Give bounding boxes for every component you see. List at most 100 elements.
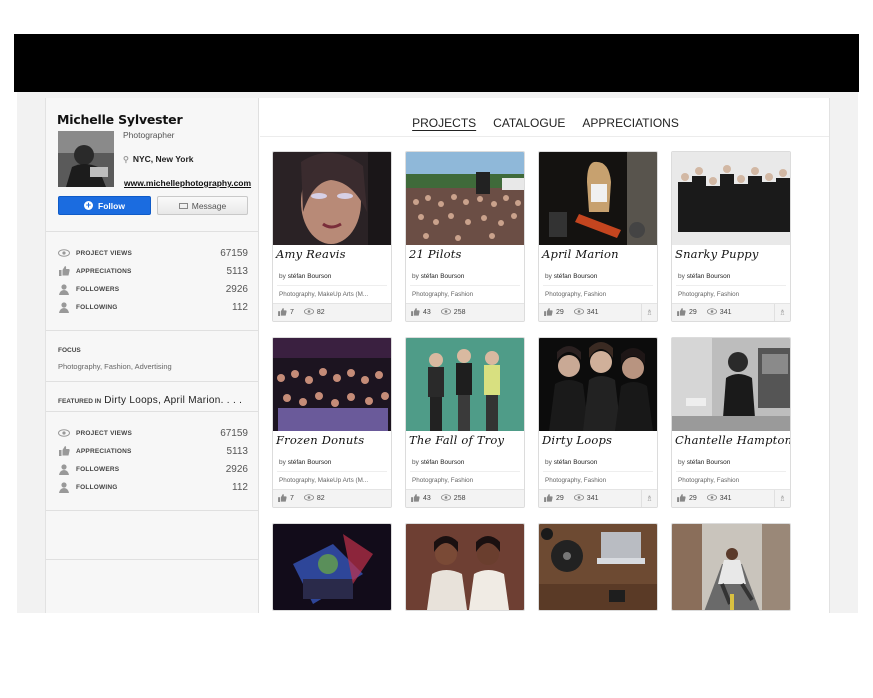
project-card[interactable]: Chantelle Hampton by stéfan Bourson Phot… [671, 337, 791, 508]
project-author: by stéfan Bourson [277, 457, 387, 472]
project-card[interactable] [671, 523, 791, 611]
project-stats: 29 341 ♗ [672, 489, 790, 507]
tab-bar: PROJECTS CATALOGUE APPRECIATIONS [260, 116, 829, 130]
project-author: by stéfan Bourson [543, 271, 653, 286]
stat-row-appreciations: APPRECIATIONS 5113 [58, 262, 248, 280]
eye-icon [303, 308, 314, 317]
stat-row-project-views: PROJECT VIEWS 67159 [58, 244, 248, 262]
project-thumbnail[interactable] [406, 152, 525, 245]
featured-in: FEATURED IN Dirty Loops, April Marion. .… [58, 395, 243, 406]
profile-location: ⚲ NYC, New York [123, 154, 193, 164]
divider [46, 231, 258, 232]
project-stats: 29 341 ♗ [539, 489, 657, 507]
user-icon [58, 301, 70, 313]
plus-icon: + [84, 200, 94, 210]
top-bar [14, 34, 859, 92]
user-icon [58, 283, 70, 295]
project-thumbnail[interactable] [672, 338, 791, 431]
project-thumbnail[interactable] [672, 524, 791, 611]
award-icon[interactable]: ♗ [774, 304, 790, 321]
thumbs-up-icon [544, 493, 553, 504]
project-thumbnail[interactable] [273, 524, 392, 611]
project-thumbnail[interactable] [273, 152, 392, 245]
eye-icon [573, 308, 584, 317]
thumbs-up-icon [278, 307, 287, 318]
project-thumbnail[interactable] [539, 524, 658, 611]
tab-catalogue[interactable]: CATALOGUE [493, 116, 565, 130]
award-icon[interactable]: ♗ [641, 304, 657, 321]
project-stats: 7 82 [273, 489, 391, 507]
divider [46, 510, 258, 511]
project-thumbnail[interactable] [672, 152, 791, 245]
project-title[interactable]: Amy Reavis [273, 245, 391, 271]
project-tags: Photography, Fashion [678, 291, 740, 298]
stat-row-followers: FOLLOWERS 2926 [58, 280, 248, 298]
tab-projects[interactable]: PROJECTS [412, 116, 476, 130]
follow-button[interactable]: + Follow [58, 196, 151, 215]
eye-icon [58, 248, 70, 258]
project-thumbnail[interactable] [273, 338, 392, 431]
profile-sidebar: Michelle Sylvester Photographer ⚲ NYC, N… [46, 98, 259, 613]
focus-value: Photography, Fashion, Advertising [58, 362, 172, 371]
stat-row-following: FOLLOWING 112 [58, 478, 248, 496]
project-author: by stéfan Bourson [277, 271, 387, 286]
project-card[interactable] [538, 523, 658, 611]
project-stats: 29 341 ♗ [539, 303, 657, 321]
project-stats: 7 82 [273, 303, 391, 321]
eye-icon [440, 308, 451, 317]
project-card[interactable]: The Fall of Troy by stéfan Bourson Photo… [405, 337, 525, 508]
project-tags: Photography, MakeUp Arts (M... [279, 477, 369, 484]
award-icon[interactable]: ♗ [774, 490, 790, 507]
featured-value[interactable]: Dirty Loops, April Marion. . . . [104, 395, 242, 406]
project-thumbnail[interactable] [406, 524, 525, 611]
thumbs-up-icon [677, 307, 686, 318]
project-title[interactable]: Dirty Loops [539, 431, 657, 457]
project-thumbnail[interactable] [406, 338, 525, 431]
profile-role: Photographer [123, 130, 175, 140]
thumbs-up-icon [677, 493, 686, 504]
award-icon[interactable]: ♗ [641, 490, 657, 507]
profile-name: Michelle Sylvester [57, 112, 183, 127]
tab-appreciations[interactable]: APPRECIATIONS [582, 116, 678, 130]
project-title[interactable]: Chantelle Hampton [672, 431, 790, 457]
divider [46, 330, 258, 331]
project-title[interactable]: The Fall of Troy [406, 431, 524, 457]
thumbs-up-icon [411, 493, 420, 504]
project-card[interactable] [272, 523, 392, 611]
project-card[interactable]: 21 Pilots by stéfan Bourson Photography,… [405, 151, 525, 322]
divider [46, 411, 258, 412]
project-author: by stéfan Bourson [676, 457, 786, 472]
eye-icon [706, 494, 717, 503]
project-card[interactable]: Frozen Donuts by stéfan Bourson Photogra… [272, 337, 392, 508]
project-tags: Photography, Fashion [545, 477, 607, 484]
project-card[interactable]: Snarky Puppy by stéfan Bourson Photograp… [671, 151, 791, 322]
project-tags: Photography, Fashion [412, 291, 474, 298]
message-label: Message [191, 200, 227, 211]
message-button[interactable]: Message [157, 196, 248, 215]
project-card[interactable]: Dirty Loops by stéfan Bourson Photograph… [538, 337, 658, 508]
project-title[interactable]: 21 Pilots [406, 245, 524, 271]
project-author: by stéfan Bourson [410, 271, 520, 286]
stat-row-followers: FOLLOWERS 2926 [58, 460, 248, 478]
project-title[interactable]: Frozen Donuts [273, 431, 391, 457]
project-title[interactable]: Snarky Puppy [672, 245, 790, 271]
project-author: by stéfan Bourson [543, 457, 653, 472]
project-thumbnail[interactable] [539, 152, 658, 245]
envelope-icon [178, 202, 188, 209]
project-title[interactable]: April Marion [539, 245, 657, 271]
thumbs-up-icon [58, 266, 70, 276]
divider [46, 559, 258, 560]
project-card[interactable]: April Marion by stéfan Bourson Photograp… [538, 151, 658, 322]
user-icon [58, 481, 70, 493]
project-card[interactable]: Amy Reavis by stéfan Bourson Photography… [272, 151, 392, 322]
project-tags: Photography, MakeUp Arts (M... [279, 291, 369, 298]
project-tags: Photography, Fashion [412, 477, 474, 484]
location-text: NYC, New York [132, 154, 194, 164]
project-card[interactable] [405, 523, 525, 611]
profile-website-link[interactable]: www.michellephotography.com [124, 178, 251, 188]
project-author: by stéfan Bourson [410, 457, 520, 472]
eye-icon [706, 308, 717, 317]
tabs-divider [260, 136, 829, 137]
project-tags: Photography, Fashion [545, 291, 607, 298]
project-thumbnail[interactable] [539, 338, 658, 431]
